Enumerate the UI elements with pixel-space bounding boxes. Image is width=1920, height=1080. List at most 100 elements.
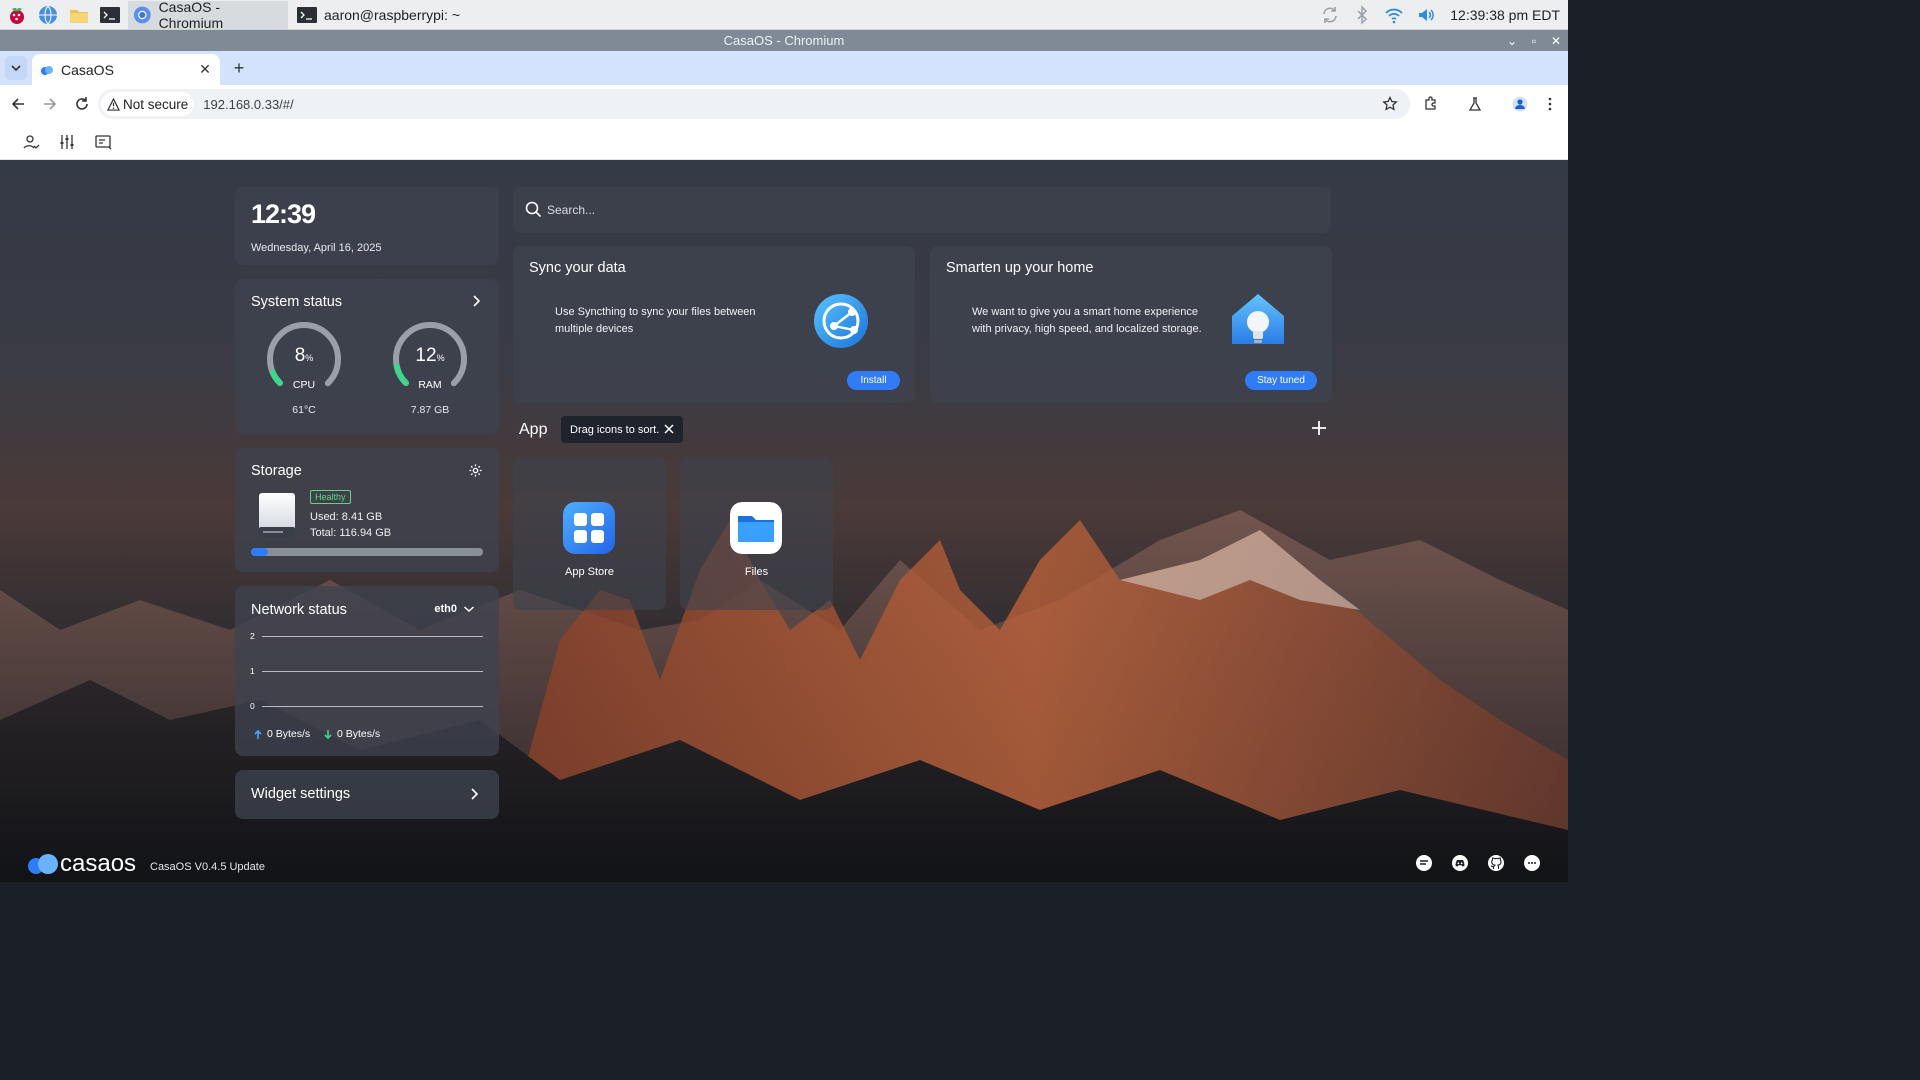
arrow-down-icon — [324, 729, 332, 739]
puzzle-icon — [1425, 96, 1436, 110]
net-axis-tick: 2 — [250, 631, 255, 641]
promo-card-sync: Sync your data Use Syncthing to sync you… — [513, 246, 915, 403]
chevron-down-icon — [11, 65, 21, 72]
network-status-title: Network status — [251, 602, 347, 618]
app-tile-files[interactable]: Files — [680, 457, 833, 610]
bookmark-star-icon[interactable] — [1382, 96, 1398, 112]
system-clock[interactable]: 12:39:38 pm EDT — [1442, 7, 1568, 23]
settings-sliders-icon[interactable] — [58, 133, 76, 151]
new-tab-button[interactable]: + — [228, 57, 250, 79]
stay-tuned-button[interactable]: Stay tuned — [1245, 371, 1317, 390]
address-bar[interactable]: Not secure 192.168.0.33/#/ — [98, 89, 1410, 119]
version-update-link[interactable]: CasaOS V0.4.5 Update — [150, 861, 265, 873]
interface-value: eth0 — [434, 603, 457, 615]
ram-gauge: 12% RAM — [390, 319, 470, 399]
ram-label: RAM — [418, 379, 442, 391]
casaos-dashboard: 12:39 Wednesday, April 16, 2025 System s… — [0, 160, 1568, 882]
app-label: Files — [744, 566, 769, 578]
net-grid-line — [262, 671, 483, 672]
kebab-menu-icon — [1548, 97, 1552, 111]
volume-icon[interactable] — [1410, 0, 1442, 30]
close-icon[interactable] — [663, 423, 675, 435]
search-icon — [525, 201, 542, 218]
current-time: 12:39 — [251, 199, 316, 229]
net-grid-line — [262, 636, 483, 637]
security-chip[interactable]: Not secure — [101, 92, 195, 116]
download-speed: 0 Bytes/s — [323, 728, 380, 740]
chat-bubble-icon[interactable] — [1523, 854, 1541, 872]
globe-browser-icon[interactable] — [34, 2, 62, 28]
feedback-icon[interactable] — [1415, 854, 1433, 872]
search-input[interactable] — [547, 195, 1307, 225]
widget-settings-button[interactable]: Widget settings — [235, 770, 499, 819]
forward-button[interactable] — [36, 90, 64, 118]
profile-button[interactable] — [1505, 89, 1535, 119]
reload-icon — [76, 97, 88, 110]
promo-description: We want to give you a smart home experie… — [972, 306, 1202, 335]
discord-icon[interactable] — [1451, 854, 1469, 872]
storage-total: Total: 116.94 GB — [310, 527, 392, 539]
ram-total: 7.87 GB — [410, 404, 450, 416]
github-icon[interactable] — [1487, 854, 1505, 872]
file-manager-icon[interactable] — [65, 2, 93, 28]
arrow-left-icon — [11, 98, 24, 110]
interface-dropdown[interactable]: eth0 — [434, 603, 475, 615]
system-status-widget[interactable]: System status 8% CPU 61°C 12% RAM 7.87 G… — [235, 279, 499, 434]
storage-widget: Storage Healthy Used: 8.41 GB Total: 116… — [235, 448, 499, 572]
labs-button[interactable] — [1460, 89, 1490, 119]
reload-button[interactable] — [68, 90, 96, 118]
casaos-logo[interactable]: casaos — [26, 850, 136, 878]
minimize-icon[interactable]: ⌄ — [1506, 34, 1518, 48]
tab-search-button[interactable] — [5, 56, 27, 80]
smart-home-bulb-icon — [1232, 294, 1284, 344]
net-grid-line — [262, 706, 483, 707]
taskbar-task-chromium[interactable]: CasaOS - Chromium — [128, 0, 288, 31]
url-text[interactable]: 192.168.0.33/#/ — [203, 97, 293, 112]
taskbar-task-label: CasaOS - Chromium — [158, 0, 224, 31]
app-label: App Store — [565, 566, 614, 578]
tab-close-icon[interactable]: ✕ — [198, 62, 212, 76]
close-window-icon[interactable]: ✕ — [1550, 34, 1562, 48]
flask-icon — [1468, 97, 1482, 111]
taskbar-task-terminal[interactable]: aaron@raspberrypi: ~ — [292, 1, 492, 29]
ram-value: 12% — [415, 345, 445, 366]
chevron-right-icon[interactable] — [469, 294, 483, 308]
storage-title: Storage — [251, 463, 302, 479]
wifi-icon[interactable] — [1378, 0, 1410, 30]
account-icon[interactable] — [22, 133, 40, 151]
maximize-icon[interactable]: ▫ — [1528, 34, 1540, 48]
terminal-launcher-icon[interactable] — [96, 2, 124, 28]
drag-sort-tooltip: Drag icons to sort. — [561, 416, 683, 443]
terminal-logs-icon[interactable] — [94, 133, 112, 151]
apps-section-title: App — [519, 421, 548, 438]
clock-widget: 12:39 Wednesday, April 16, 2025 — [235, 187, 499, 265]
add-app-button[interactable] — [1310, 419, 1328, 437]
cpu-label: CPU — [292, 379, 316, 391]
syncthing-icon — [814, 294, 868, 348]
back-button[interactable] — [4, 90, 32, 118]
casaos-topbar — [0, 123, 1568, 160]
browser-menu-button[interactable] — [1535, 89, 1565, 119]
security-label: Not secure — [123, 96, 189, 112]
casaos-logo-icon — [28, 854, 58, 874]
gear-icon[interactable] — [468, 463, 483, 478]
storage-usage-bar — [251, 548, 483, 556]
extensions-button[interactable] — [1416, 89, 1446, 119]
update-icon[interactable] — [1314, 0, 1346, 30]
chevron-right-icon — [471, 788, 479, 800]
net-axis-tick: 1 — [250, 666, 255, 676]
current-date: Wednesday, April 16, 2025 — [251, 242, 382, 254]
tooltip-text: Drag icons to sort. — [570, 423, 660, 436]
raspberry-menu-icon[interactable] — [3, 2, 31, 28]
bluetooth-icon[interactable] — [1346, 0, 1378, 30]
net-axis-tick: 0 — [250, 701, 255, 711]
terminal-icon — [297, 6, 317, 23]
taskbar-task-label: aaron@raspberrypi: ~ — [324, 6, 461, 23]
cpu-gauge: 8% CPU — [264, 319, 344, 399]
app-tile-app-store[interactable]: App Store — [513, 457, 666, 610]
tab-title: CasaOS — [61, 61, 114, 78]
tab-strip: CasaOS ✕ + — [0, 51, 1568, 85]
browser-tab-casaos[interactable]: CasaOS ✕ — [32, 54, 220, 85]
install-button[interactable]: Install — [847, 371, 900, 390]
casaos-favicon-icon — [41, 65, 53, 75]
